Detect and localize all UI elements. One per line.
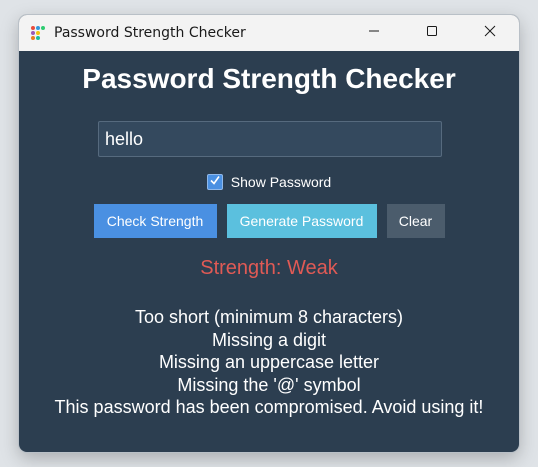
feedback-message: Missing a digit [211,329,327,350]
window-title: Password Strength Checker [54,25,246,41]
clear-button[interactable]: Clear [386,204,445,238]
page-title: Password Strength Checker [82,63,456,94]
show-password-checkbox[interactable] [206,173,223,191]
app-dots-icon [30,25,46,41]
app-content: Password Strength Checker Show Password … [19,51,519,452]
feedback-message: Missing an uppercase letter [158,352,380,372]
feedback-messages: Too short (minimum 8 characters) Missing… [49,306,489,419]
show-password-row: Show Password [19,174,519,190]
action-buttons: Check Strength Generate Password Clear [19,204,519,238]
minimize-icon [368,24,380,42]
maximize-button[interactable] [403,15,461,51]
password-input[interactable] [98,121,442,157]
strength-label: Strength: Weak [200,257,338,279]
check-strength-button[interactable]: Check Strength [93,204,217,238]
feedback-message: Missing the '@' symbol [177,374,361,395]
app-window: Password Strength Checker Password Stren… [19,15,519,452]
show-password-label[interactable]: Show Password [231,174,331,190]
minimize-button[interactable] [345,15,403,51]
generate-password-button[interactable]: Generate Password [226,204,377,238]
window-controls [345,15,519,51]
maximize-icon [426,24,438,42]
feedback-message: Too short (minimum 8 characters) [134,307,404,327]
checkmark-icon [209,173,221,191]
close-button[interactable] [461,15,519,51]
title-bar[interactable]: Password Strength Checker [19,15,519,51]
close-icon [484,24,496,42]
feedback-message: This password has been compromised. Avoi… [54,397,484,417]
